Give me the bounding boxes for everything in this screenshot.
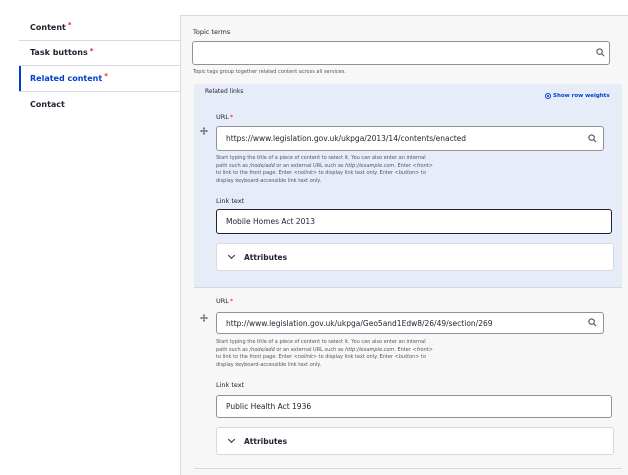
url-description: Start typing the title of a piece of con…	[216, 155, 433, 184]
show-row-weights-label: Show row weights	[553, 93, 610, 99]
related-links-label: Related links	[205, 88, 244, 95]
topic-terms-input[interactable]	[192, 41, 610, 65]
url-value: http://www.legislation.gov.uk/ukpga/Geo5…	[226, 318, 493, 328]
tab-contact[interactable]: Contact	[19, 92, 180, 118]
show-row-weights-button[interactable]: Show row weights	[545, 93, 610, 99]
link-text-value: Public Health Act 1936	[226, 402, 312, 411]
required-marker: *	[89, 46, 94, 55]
attributes-label: Attributes	[244, 252, 288, 262]
search-icon	[588, 318, 597, 327]
tab-label: Contact	[30, 99, 65, 109]
tab-related-content[interactable]: Related content *	[19, 66, 180, 92]
url-description: Start typing the title of a piece of con…	[216, 339, 433, 368]
row-divider	[194, 468, 622, 469]
required-marker: *	[104, 72, 108, 81]
tab-label: Related content	[30, 73, 103, 83]
chevron-down-icon	[227, 251, 236, 260]
topic-terms-label: Topic terms	[193, 28, 231, 36]
tab-label: Content	[30, 22, 66, 32]
url-value: https://www.legislation.gov.uk/ukpga/201…	[226, 134, 467, 143]
row-weights-icon	[545, 93, 551, 99]
vertical-tabs: Content * Task buttons * Related content * …	[19, 15, 180, 117]
link-text-value: Mobile Homes Act 2013	[226, 217, 315, 226]
attributes-details[interactable]: Attributes	[216, 243, 614, 271]
link-text-input[interactable]: Public Health Act 1936	[216, 395, 612, 418]
tab-task-buttons[interactable]: Task buttons *	[19, 41, 180, 66]
attributes-details[interactable]: Attributes	[216, 427, 614, 455]
topic-terms-description: Topic tags group together related conten…	[193, 69, 346, 75]
drag-handle-icon[interactable]	[200, 307, 208, 322]
search-icon	[596, 48, 605, 57]
url-label: URL*	[216, 113, 234, 121]
drag-handle-icon[interactable]	[200, 120, 208, 135]
required-marker: *	[67, 21, 72, 30]
tab-label: Task buttons	[30, 48, 88, 58]
chevron-down-icon	[227, 435, 236, 444]
link-text-label: Link text	[216, 197, 245, 205]
link-text-input[interactable]: Mobile Homes Act 2013	[216, 209, 612, 234]
attributes-label: Attributes	[244, 436, 288, 446]
url-input[interactable]: https://www.legislation.gov.uk/ukpga/201…	[216, 126, 604, 151]
tab-content[interactable]: Content *	[19, 15, 180, 41]
row-divider	[194, 287, 622, 288]
url-input[interactable]: http://www.legislation.gov.uk/ukpga/Geo5…	[216, 312, 604, 334]
search-icon	[588, 134, 597, 143]
url-label: URL*	[216, 297, 234, 305]
link-text-label: Link text	[216, 381, 245, 389]
